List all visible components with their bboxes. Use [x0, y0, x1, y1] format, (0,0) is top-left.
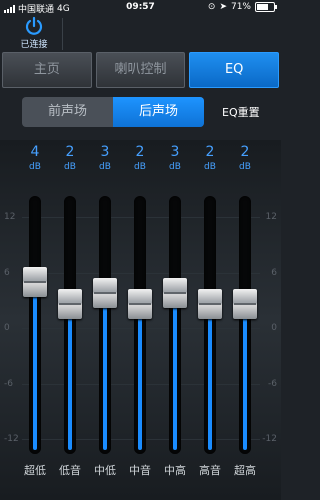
- header: 已连接: [0, 16, 281, 50]
- band-name: 超高: [234, 464, 256, 477]
- tab-front-field[interactable]: 前声场: [22, 97, 113, 127]
- scale-label-right: -6: [268, 378, 277, 389]
- status-bar: 中国联通 4G 09:57 ⊙ ➤ 71%: [0, 0, 281, 16]
- tab-rear-field[interactable]: 后声场: [113, 97, 204, 127]
- slider-knob[interactable]: [93, 277, 117, 308]
- band-gain-unit: dB: [99, 162, 111, 172]
- band-name: 超低: [24, 464, 46, 477]
- lock-rotation-icon: ⊙: [207, 2, 216, 12]
- band-name: 中低: [94, 464, 116, 477]
- slider-knob[interactable]: [58, 288, 82, 319]
- band-name: 高音: [199, 464, 221, 477]
- slider-fill: [33, 282, 37, 450]
- band-gain-unit: dB: [169, 162, 181, 172]
- tab-eq[interactable]: EQ: [189, 52, 280, 88]
- scale-label-right: -12: [262, 434, 277, 444]
- band-gain-unit: dB: [239, 162, 251, 172]
- battery-percent: 71%: [230, 2, 251, 12]
- slider-knob[interactable]: [233, 288, 257, 319]
- slider-fill: [243, 303, 247, 450]
- band-gain-value: 3: [100, 144, 110, 160]
- scale-label-left: 12: [4, 212, 16, 222]
- band-gain-value: 2: [65, 144, 75, 160]
- slider-knob[interactable]: [163, 277, 187, 308]
- eq-reset-button[interactable]: EQ重置: [222, 104, 260, 120]
- band-name: 中高: [164, 464, 186, 477]
- scale-label-right: 0: [271, 323, 277, 333]
- scale-label-left: 0: [4, 323, 10, 333]
- slider-fill: [138, 303, 142, 450]
- band-gain-unit: dB: [29, 162, 41, 172]
- location-icon: ➤: [219, 2, 227, 12]
- band-gain-value: 3: [170, 144, 180, 160]
- band-gain-unit: dB: [64, 162, 76, 172]
- band-gain-value: 2: [240, 144, 250, 160]
- slider-knob[interactable]: [23, 267, 47, 297]
- band-name: 低音: [59, 464, 81, 477]
- tab-speaker-control[interactable]: 喇叭控制: [95, 52, 186, 88]
- slider-fill: [208, 303, 212, 450]
- slider-fill: [103, 292, 107, 450]
- band-gain-unit: dB: [204, 162, 216, 172]
- scale-label-right: 6: [271, 267, 277, 278]
- band-name: 中音: [129, 464, 151, 477]
- battery-icon: [255, 2, 277, 12]
- sound-field-switch: 前声场 后声场: [22, 97, 204, 127]
- scale-label-right: 12: [265, 212, 277, 222]
- slider-knob[interactable]: [128, 288, 152, 319]
- divider: [62, 18, 63, 50]
- slider-fill: [173, 292, 177, 450]
- band-gain-value: 2: [205, 144, 215, 160]
- connection-status: 已连接: [20, 40, 48, 50]
- band-gain-value: 2: [135, 144, 145, 160]
- slider-knob[interactable]: [198, 288, 222, 319]
- main-tabs: 主页 喇叭控制 EQ: [0, 52, 281, 88]
- power-button[interactable]: 已连接: [14, 16, 54, 50]
- power-icon: [25, 16, 43, 35]
- scale-label-left: -6: [4, 378, 13, 389]
- scale-label-left: 6: [4, 267, 10, 278]
- scale-label-left: -12: [4, 434, 19, 444]
- tab-home[interactable]: 主页: [2, 52, 92, 88]
- band-gain-value: 4: [30, 144, 40, 160]
- band-gain-unit: dB: [134, 162, 146, 172]
- slider-fill: [68, 303, 72, 450]
